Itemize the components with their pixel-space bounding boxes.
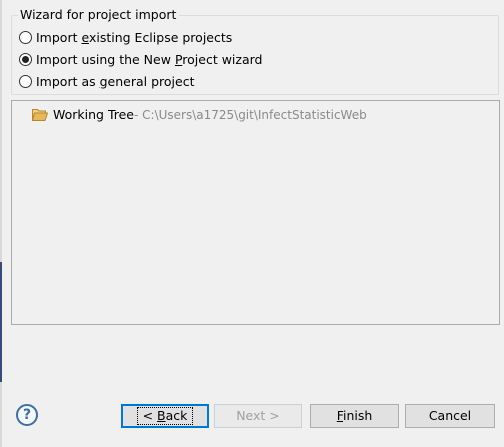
label-part: Import as xyxy=(36,73,100,89)
tree-item-label: Working Tree xyxy=(53,107,134,122)
radio-label-existing: Import existing Eclipse projects xyxy=(36,30,232,45)
label-part: inish xyxy=(342,408,373,423)
radio-import-new-project-wizard[interactable]: Import using the New Project wizard xyxy=(19,50,262,68)
mnemonic: e xyxy=(81,29,89,45)
radio-label-general-project: Import as general project xyxy=(36,74,194,89)
back-button-label: < Back xyxy=(136,407,194,425)
label-part: Import xyxy=(36,29,82,45)
radio-label-new-project-wizard: Import using the New Project wizard xyxy=(36,52,262,67)
mnemonic: B xyxy=(157,408,166,423)
radio-button-unchecked[interactable] xyxy=(19,74,32,88)
radio-button-checked[interactable] xyxy=(19,52,32,66)
import-wizard-group-title: Wizard for project import xyxy=(18,6,180,23)
finish-button[interactable]: Finish xyxy=(310,404,399,428)
cancel-button[interactable]: Cancel xyxy=(405,404,495,428)
tree-item-path: - C:\Users\a1725\git\InfectStatisticWeb xyxy=(134,107,367,122)
back-button[interactable]: < Back xyxy=(121,404,209,428)
radio-button-unchecked[interactable] xyxy=(19,30,32,44)
window-left-edge-mark xyxy=(0,262,2,382)
open-folder-icon xyxy=(32,109,48,121)
tree-item-working-tree[interactable]: Working Tree - C:\Users\a1725\git\Infect… xyxy=(32,107,367,122)
radio-import-general-project[interactable]: Import as general project xyxy=(19,72,194,90)
label-part: < xyxy=(142,408,158,423)
label-part: roject wizard xyxy=(182,51,263,67)
help-icon[interactable]: ? xyxy=(16,404,38,426)
label-part: ack xyxy=(165,408,188,423)
mnemonic: g xyxy=(99,73,108,89)
label-part: Import using the New xyxy=(36,51,175,67)
label-part: eneral project xyxy=(107,73,195,89)
working-tree-view[interactable]: Working Tree - C:\Users\a1725\git\Infect… xyxy=(11,100,500,325)
label-part: xisting Eclipse projects xyxy=(88,29,233,45)
next-button[interactable]: Next > xyxy=(214,404,302,428)
radio-import-existing-eclipse[interactable]: Import existing Eclipse projects xyxy=(19,28,232,46)
